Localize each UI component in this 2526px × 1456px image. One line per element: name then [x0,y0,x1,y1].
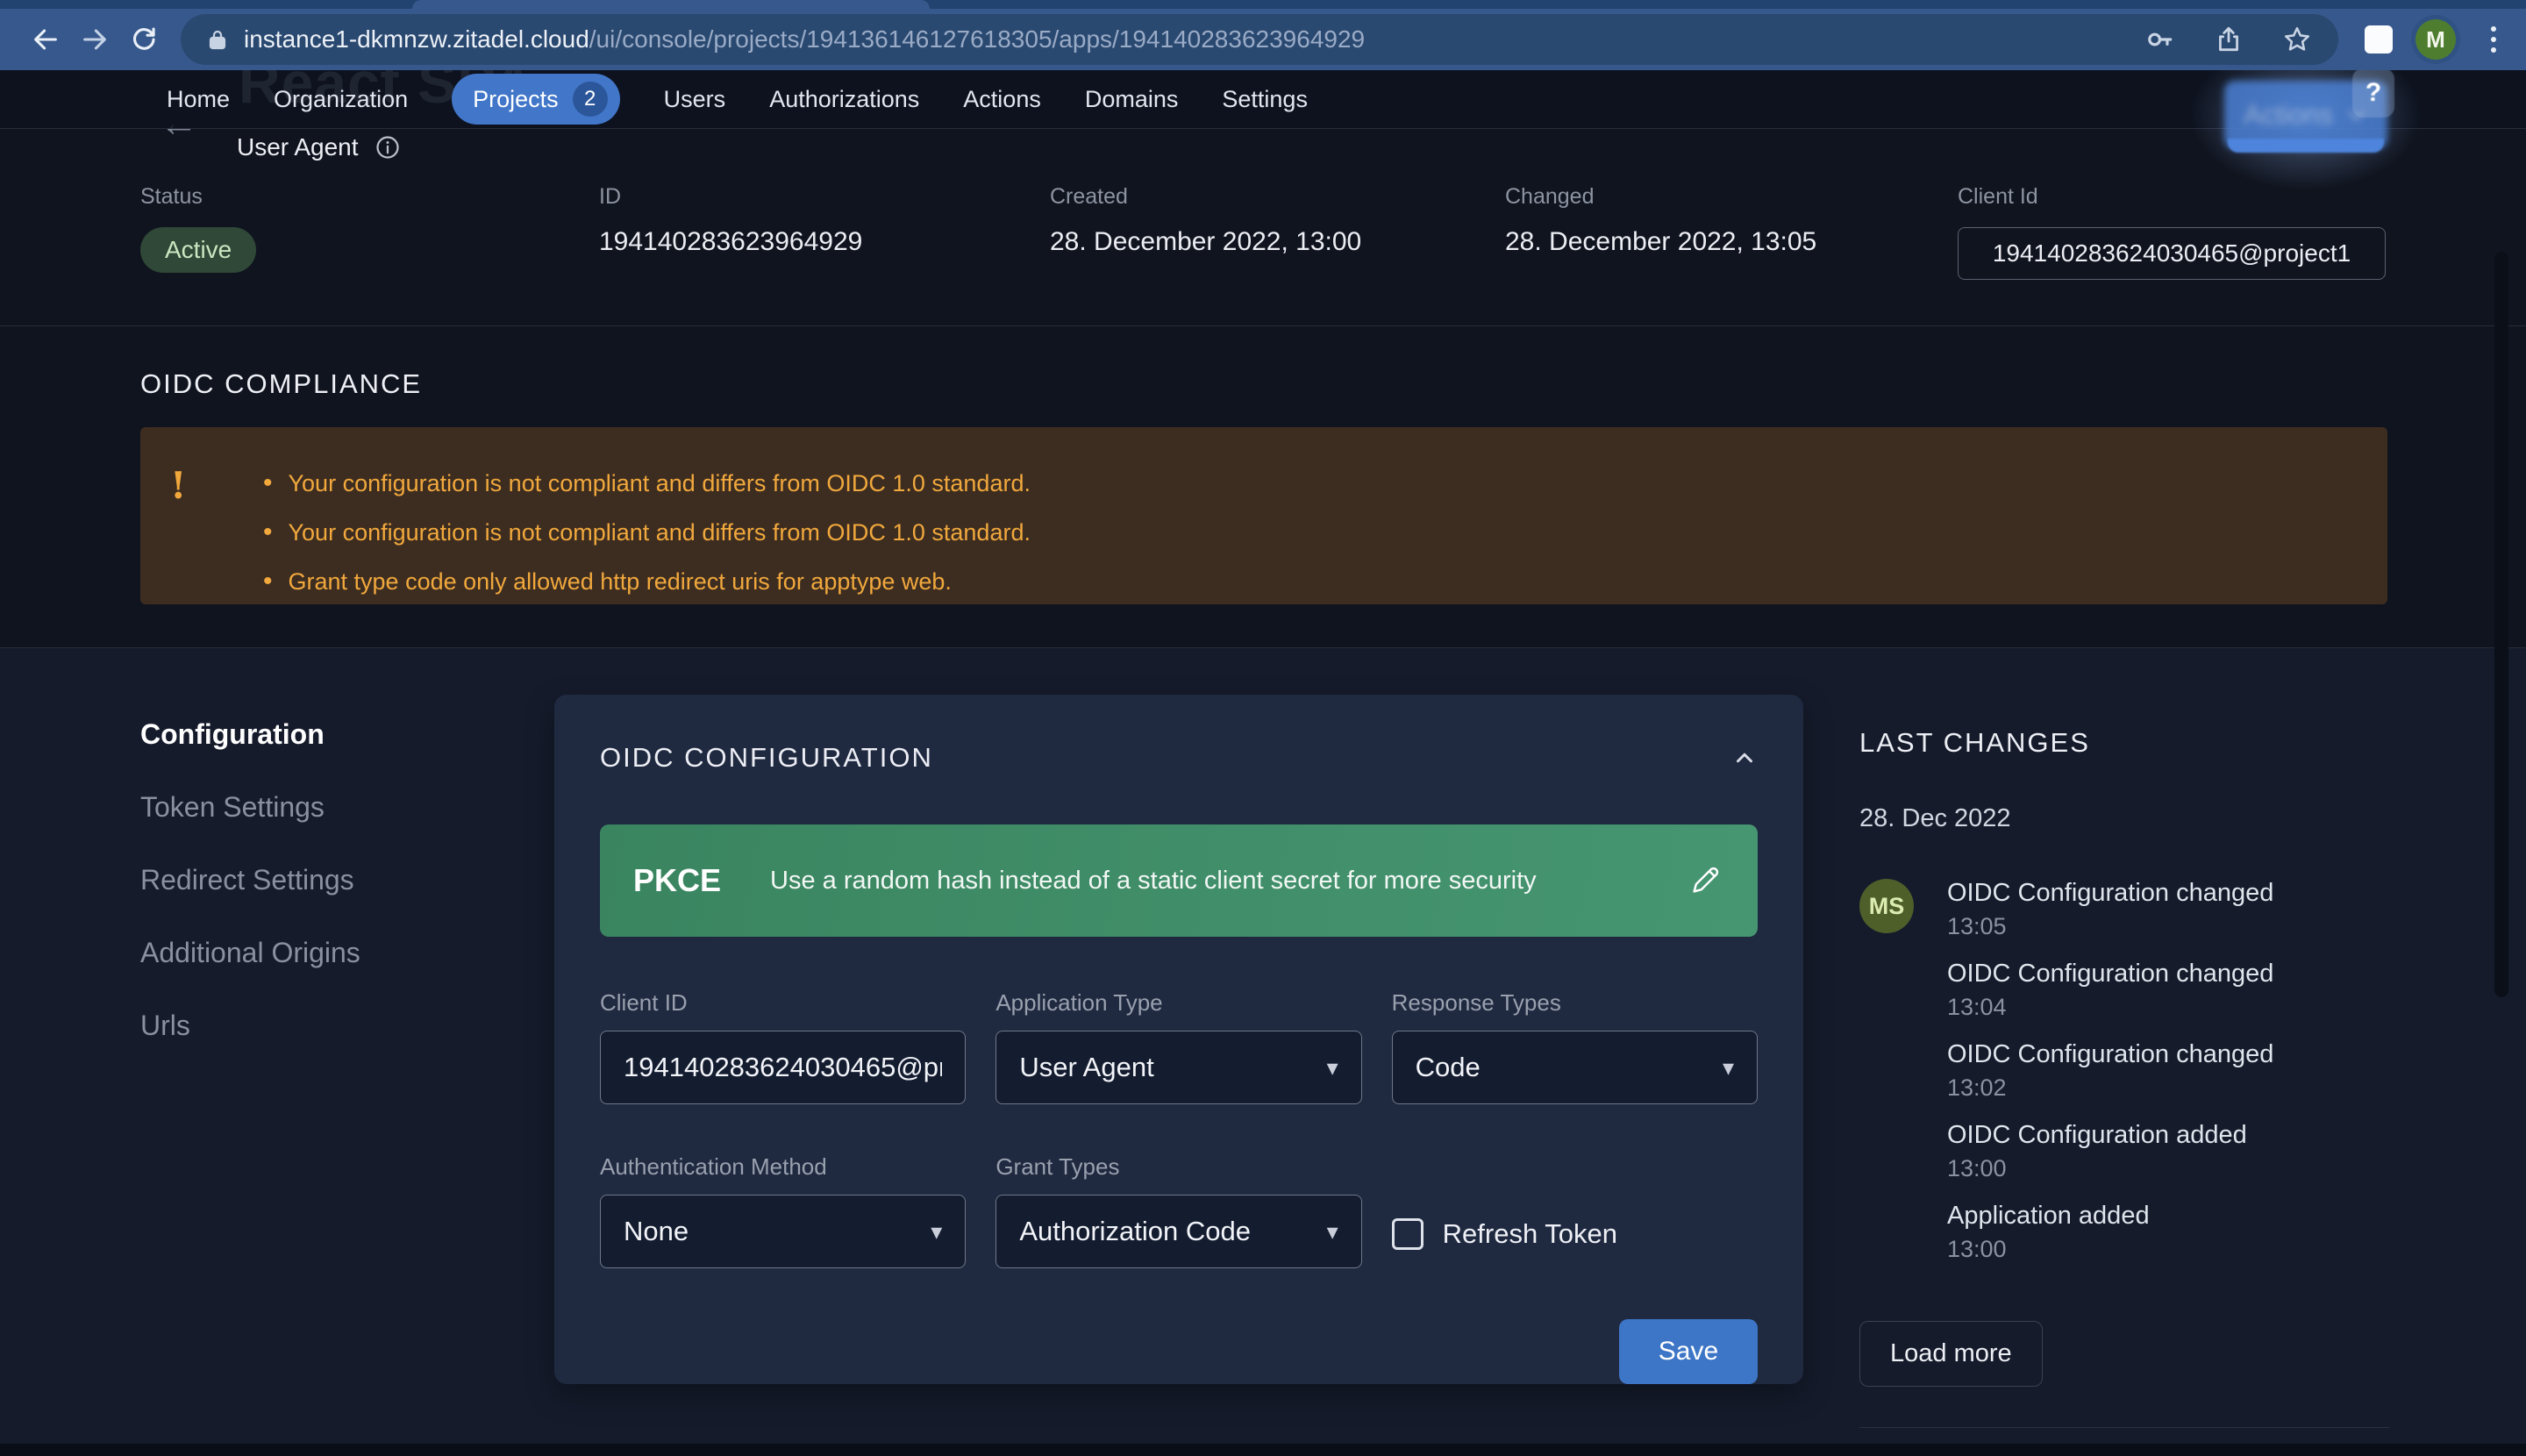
url-path: /ui/console/projects/194136146127618305/… [589,25,1365,53]
change-event: OIDC Configuration added13:00 [1947,1121,2273,1182]
nav-item-home[interactable]: Home [167,86,230,113]
url-host: instance1-dkmnzw.zitadel.cloud [244,25,589,53]
pkce-description: Use a random hash instead of a static cl… [770,867,1537,896]
sidebar-item-token-settings[interactable]: Token Settings [140,791,360,824]
response-types-select[interactable]: Code ▾ [1392,1031,1758,1104]
response-types-field: Response Types Code ▾ [1392,989,1758,1104]
status-badge: Active [140,227,256,273]
oidc-configuration-card: OIDC CONFIGURATION PKCE Use a random has… [554,695,1803,1384]
compliance-section-title: OIDC COMPLIANCE [140,368,422,400]
info-icon[interactable] [375,134,401,161]
changes-date: 28. Dec 2022 [1859,804,2389,833]
changed-column: Changed 28. December 2022, 13:05 [1505,184,1816,257]
app-type-subtitle: User Agent [237,133,359,161]
projects-count-badge: 2 [573,82,608,117]
refresh-token-field: Refresh Token [1392,1153,1758,1268]
browser-profile-avatar[interactable]: M [2415,19,2456,60]
nav-item-actions[interactable]: Actions [963,86,1041,113]
sidebar-item-configuration[interactable]: Configuration [140,718,360,751]
side-panel-icon[interactable] [2365,25,2393,54]
changed-value: 28. December 2022, 13:05 [1505,227,1816,257]
active-tab[interactable] [412,0,930,9]
status-label: Status [140,184,256,210]
save-button[interactable]: Save [1619,1319,1758,1384]
key-icon[interactable] [2145,25,2175,54]
client-id-input[interactable] [624,1052,942,1083]
pkce-banner: PKCE Use a random hash instead of a stat… [600,824,1758,937]
reload-icon[interactable] [119,18,168,61]
settings-side-nav: Configuration Token Settings Redirect Se… [140,718,360,1042]
actions-button-edge [2228,139,2384,153]
id-column: ID 194140283623964929 [599,184,862,257]
collapse-chevron-up-icon[interactable] [1731,745,1758,771]
lock-icon [207,28,228,51]
select-caret-icon: ▾ [931,1218,942,1245]
grant-types-field: Grant Types Authorization Code ▾ [995,1153,1361,1268]
nav-item-authorizations[interactable]: Authorizations [769,86,919,113]
forward-icon[interactable] [70,18,119,61]
edit-pencil-icon[interactable] [1686,861,1724,900]
application-type-select[interactable]: User Agent ▾ [995,1031,1361,1104]
grant-types-select[interactable]: Authorization Code ▾ [995,1195,1361,1268]
app-id-value: 194140283623964929 [599,227,862,257]
nav-item-domains[interactable]: Domains [1085,86,1179,113]
authentication-method-select[interactable]: None ▾ [600,1195,966,1268]
sidebar-item-urls[interactable]: Urls [140,1010,360,1042]
status-column: Status Active [140,184,256,273]
last-changes-panel: LAST CHANGES 28. Dec 2022 MS OIDC Config… [1859,727,2389,1428]
nav-item-users[interactable]: Users [664,86,726,113]
load-more-button[interactable]: Load more [1859,1321,2043,1387]
created-value: 28. December 2022, 13:00 [1050,227,1361,257]
actions-dropdown-wrap: Actions ? [2224,81,2387,149]
bottom-edge [0,1444,2526,1456]
refresh-token-checkbox[interactable] [1392,1218,1424,1250]
divider [0,325,2526,326]
nav-item-settings[interactable]: Settings [1222,86,1308,113]
authentication-method-field: Authentication Method None ▾ [600,1153,966,1268]
select-caret-icon: ▾ [1327,1218,1338,1245]
scrollbar[interactable] [2494,252,2508,997]
bookmark-star-icon[interactable] [2282,25,2312,54]
zitadel-console: ← React SPA User Agent Home Organization… [0,70,2526,1456]
change-event: Application added13:00 [1947,1202,2273,1263]
app-detail-main: Configuration Token Settings Redirect Se… [0,648,2526,1456]
compliance-warning-box: ! •Your configuration is not compliant a… [140,427,2387,604]
change-event: OIDC Configuration changed13:05 [1947,879,2273,940]
compliance-warning: •Your configuration is not compliant and… [263,508,1031,557]
change-event: OIDC Configuration changed13:02 [1947,1040,2273,1102]
card-title: OIDC CONFIGURATION [600,742,933,774]
last-changes-title: LAST CHANGES [1859,727,2389,759]
browser-chrome: instance1-dkmnzw.zitadel.cloud/ui/consol… [0,0,2526,70]
browser-tabstrip [0,0,2526,9]
browser-toolbar: instance1-dkmnzw.zitadel.cloud/ui/consol… [0,9,2526,70]
sidebar-item-redirect-settings[interactable]: Redirect Settings [140,864,360,896]
help-button[interactable]: ? [2352,70,2394,118]
created-column: Created 28. December 2022, 13:00 [1050,184,1361,257]
share-icon[interactable] [2214,25,2244,54]
back-icon[interactable] [21,18,70,61]
user-avatar: MS [1859,879,1914,933]
warning-icon: ! [170,464,186,507]
client-id-chip[interactable]: 194140283624030465@project1 [1958,227,2386,280]
compliance-warning: •Grant type code only allowed http redir… [263,557,1031,606]
nav-item-organization[interactable]: Organization [274,86,408,113]
browser-menu-icon[interactable] [2482,23,2505,56]
select-caret-icon: ▾ [1327,1054,1338,1081]
divider [1859,1427,2389,1428]
compliance-warning: •Your configuration is not compliant and… [263,459,1031,508]
pkce-badge: PKCE [633,862,721,899]
select-caret-icon: ▾ [1723,1054,1734,1081]
sidebar-item-additional-origins[interactable]: Additional Origins [140,937,360,969]
client-id-field: Client ID [600,989,966,1104]
address-bar[interactable]: instance1-dkmnzw.zitadel.cloud/ui/consol… [181,14,2338,65]
nav-item-projects[interactable]: Projects 2 [452,74,620,125]
application-type-field: Application Type User Agent ▾ [995,989,1361,1104]
change-event: OIDC Configuration changed13:04 [1947,960,2273,1021]
